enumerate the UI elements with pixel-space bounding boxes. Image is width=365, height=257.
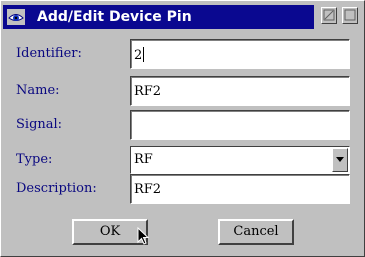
signal-label: Signal: <box>16 117 63 132</box>
name-field[interactable]: RF2 <box>130 76 350 106</box>
eye-icon[interactable] <box>7 9 25 25</box>
type-dropdown-button[interactable] <box>332 148 348 172</box>
maximize-icon <box>323 9 335 21</box>
identifier-value: 2 <box>134 48 143 63</box>
name-label: Name: <box>16 83 60 98</box>
mouse-pointer-icon <box>137 227 150 245</box>
maximize-button[interactable] <box>321 7 337 24</box>
signal-field[interactable] <box>130 110 350 140</box>
title-bar-active-area[interactable]: Add/Edit Device Pin <box>3 5 314 29</box>
close-icon <box>344 9 356 21</box>
chevron-down-icon <box>336 157 344 162</box>
name-value: RF2 <box>134 84 162 99</box>
type-value: RF <box>134 152 153 167</box>
description-value: RF2 <box>134 182 162 197</box>
description-field[interactable]: RF2 <box>130 174 350 204</box>
identifier-field[interactable]: 2 <box>130 39 350 69</box>
type-label: Type: <box>16 152 53 167</box>
cancel-button[interactable]: Cancel <box>218 219 294 245</box>
type-select[interactable]: RF <box>130 146 350 174</box>
text-caret <box>143 47 145 62</box>
description-label: Description: <box>16 181 97 196</box>
window-title: Add/Edit Device Pin <box>37 9 192 25</box>
add-edit-device-pin-dialog: Add/Edit Device Pin Identifier: 2 Name: … <box>0 0 365 257</box>
title-bar[interactable]: Add/Edit Device Pin <box>3 3 362 29</box>
identifier-label: Identifier: <box>16 46 82 61</box>
close-button[interactable] <box>342 7 358 24</box>
